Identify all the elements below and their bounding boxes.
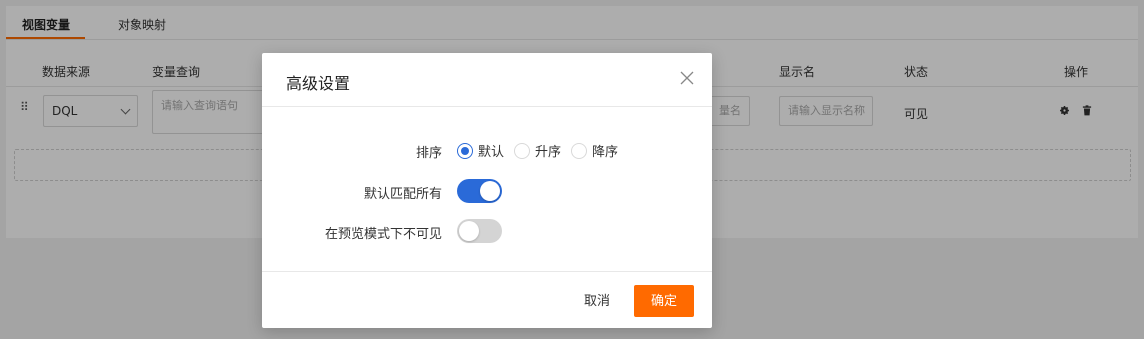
dialog-header: 高级设置 xyxy=(262,53,712,107)
radio-checked-icon xyxy=(457,142,473,159)
sort-option-default-label: 默认 xyxy=(478,145,505,160)
hide-in-preview-toggle[interactable] xyxy=(457,219,502,243)
hide-in-preview-row: 在预览模式下不可见 xyxy=(262,217,712,245)
match-all-toggle[interactable] xyxy=(457,179,502,203)
radio-unchecked-icon xyxy=(514,142,531,159)
hide-in-preview-label: 在预览模式下不可见 xyxy=(324,227,442,242)
sort-option-desc-label: 降序 xyxy=(592,145,619,160)
sort-radio-group: 默认 升序 降序 xyxy=(457,141,628,160)
advanced-settings-dialog: 高级设置 排序 默认 升序 降序 默认匹配所有 在预览模式下不可见 取消 确定 xyxy=(262,53,712,328)
match-all-label: 默认匹配所有 xyxy=(363,187,442,202)
sort-option-desc[interactable]: 降序 xyxy=(571,141,618,160)
toggle-knob xyxy=(480,181,500,201)
dialog-footer: 取消 确定 xyxy=(262,271,712,328)
toggle-knob xyxy=(459,221,479,241)
confirm-button[interactable]: 确定 xyxy=(634,285,694,317)
match-all-row: 默认匹配所有 xyxy=(262,177,712,205)
sort-row: 排序 默认 升序 降序 xyxy=(262,136,712,164)
sort-option-asc[interactable]: 升序 xyxy=(514,141,561,160)
sort-option-asc-label: 升序 xyxy=(535,145,562,160)
close-icon[interactable] xyxy=(678,69,696,87)
dialog-title: 高级设置 xyxy=(286,74,351,93)
sort-option-default[interactable]: 默认 xyxy=(457,141,504,160)
radio-unchecked-icon xyxy=(571,142,588,159)
cancel-button[interactable]: 取消 xyxy=(572,285,622,317)
sort-label: 排序 xyxy=(415,146,442,161)
